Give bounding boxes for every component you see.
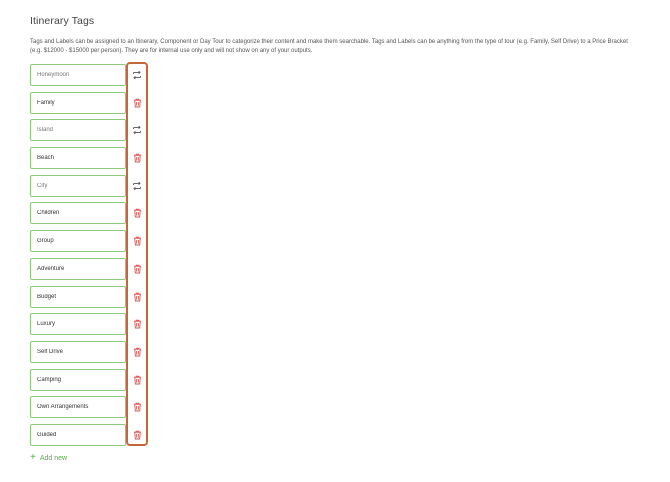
page-title: Itinerary Tags [30, 15, 95, 27]
add-new-button[interactable]: + Add new [30, 453, 67, 463]
tag-row [30, 313, 141, 336]
tag-row [30, 257, 141, 280]
trash-icon [133, 430, 142, 440]
tag-row [30, 423, 141, 446]
trash-icon [133, 319, 142, 329]
tag-row [30, 368, 141, 391]
delete-tag-button[interactable] [131, 207, 143, 219]
delete-tag-button[interactable] [131, 263, 143, 275]
tag-input[interactable] [30, 340, 126, 363]
trash-icon [133, 402, 142, 412]
delete-tag-button[interactable] [131, 97, 143, 109]
restore-tag-button[interactable] [131, 124, 143, 136]
tag-input[interactable] [30, 119, 126, 142]
trash-icon [133, 347, 142, 357]
delete-tag-button[interactable] [131, 374, 143, 386]
tag-input[interactable] [30, 313, 126, 336]
tag-input[interactable] [30, 64, 126, 86]
tag-input[interactable] [30, 368, 126, 391]
tag-row [30, 396, 141, 419]
delete-tag-button[interactable] [131, 429, 143, 441]
tag-list [30, 64, 141, 452]
tag-input[interactable] [30, 396, 126, 419]
delete-tag-button[interactable] [131, 152, 143, 164]
trash-icon [133, 236, 142, 246]
restore-icon [132, 70, 142, 80]
trash-icon [133, 292, 142, 302]
trash-icon [133, 153, 142, 163]
restore-tag-button[interactable] [131, 69, 143, 81]
delete-tag-button[interactable] [131, 401, 143, 413]
tag-input[interactable] [30, 285, 126, 308]
add-new-label: Add new [39, 454, 68, 462]
tag-row [30, 340, 141, 363]
tag-input[interactable] [30, 202, 126, 225]
restore-icon [132, 125, 142, 135]
tag-row [30, 230, 141, 253]
trash-icon [133, 375, 142, 385]
tag-input[interactable] [30, 174, 126, 197]
tag-row [30, 91, 141, 114]
delete-tag-button[interactable] [131, 291, 143, 303]
trash-icon [133, 98, 142, 108]
tag-input[interactable] [30, 423, 126, 446]
tag-row [30, 174, 141, 197]
trash-icon [133, 208, 142, 218]
tag-input[interactable] [30, 91, 126, 114]
tag-input[interactable] [30, 257, 126, 280]
restore-icon [132, 181, 142, 191]
restore-tag-button[interactable] [131, 180, 143, 192]
delete-tag-button[interactable] [131, 346, 143, 358]
tag-row [30, 119, 141, 142]
tag-row [30, 202, 141, 225]
plus-icon: + [30, 452, 36, 463]
tag-row [30, 285, 141, 308]
delete-tag-button[interactable] [131, 318, 143, 330]
page-description: Tags and Labels can be assigned to an It… [30, 39, 628, 54]
trash-icon [133, 264, 142, 274]
tag-row [30, 64, 141, 86]
tag-input[interactable] [30, 230, 126, 253]
tag-row [30, 147, 141, 170]
tag-input[interactable] [30, 147, 126, 170]
delete-tag-button[interactable] [131, 235, 143, 247]
